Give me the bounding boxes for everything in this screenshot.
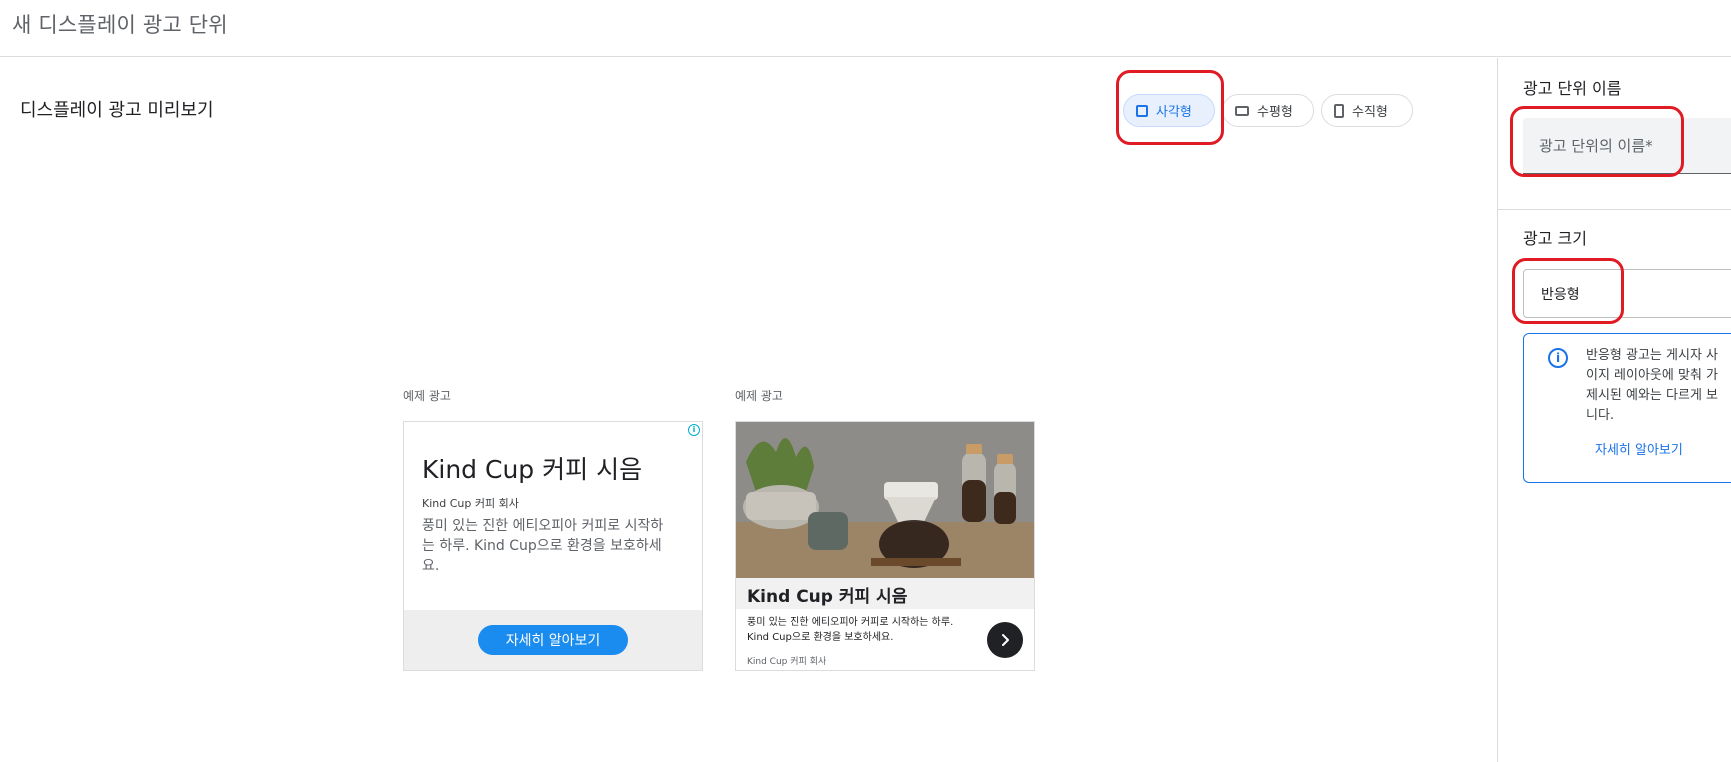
chip-square-label: 사각형 bbox=[1156, 105, 1192, 120]
preview-area: 디스플레이 광고 미리보기 사각형 수평형 수직형 예제 광고 예제 광고 i … bbox=[0, 58, 1497, 762]
chip-horizontal-label: 수평형 bbox=[1257, 105, 1293, 120]
example-ad-image[interactable]: Kind Cup 커피 시음 풍미 있는 진한 에티오피아 커피로 시작하는 하… bbox=[735, 421, 1035, 671]
info-line: 이지 레이아웃에 맞춰 가 bbox=[1586, 368, 1718, 383]
info-icon: i bbox=[1548, 348, 1568, 368]
horizontal-rect-icon bbox=[1235, 105, 1249, 116]
chip-square[interactable]: 사각형 bbox=[1123, 94, 1215, 127]
ad-description: 풍미 있는 진한 에티오피아 커피로 시작하는 하루. Kind Cup으로 환… bbox=[747, 617, 954, 643]
info-line: 반응형 광고는 게시자 사 bbox=[1586, 348, 1718, 363]
ad-label: 예제 광고 bbox=[735, 389, 783, 403]
next-button[interactable] bbox=[987, 622, 1023, 658]
learn-more-button[interactable]: 자세히 알아보기 bbox=[478, 625, 628, 655]
ad-size-select[interactable]: 반응형 bbox=[1523, 269, 1731, 318]
ad-unit-name-title: 광고 단위 이름 bbox=[1523, 79, 1622, 98]
ad-description: 풍미 있는 진한 에티오피아 커피로 시작하는 하루. Kind Cup으로 환… bbox=[422, 518, 664, 574]
chip-vertical[interactable]: 수직형 bbox=[1321, 94, 1413, 127]
vertical-rect-icon bbox=[1334, 103, 1344, 118]
chip-horizontal[interactable]: 수평형 bbox=[1222, 94, 1314, 127]
preview-title: 디스플레이 광고 미리보기 bbox=[20, 100, 214, 121]
responsive-info-box: i 반응형 광고는 게시자 사 이지 레이아웃에 맞춰 가 제시된 예와는 다르… bbox=[1523, 333, 1731, 483]
ad-size-title: 광고 크기 bbox=[1523, 229, 1587, 248]
ad-company: Kind Cup 커피 회사 bbox=[747, 657, 827, 667]
info-line: 니다. bbox=[1586, 408, 1615, 423]
ad-headline: Kind Cup 커피 시음 bbox=[422, 455, 643, 484]
section-divider bbox=[1498, 209, 1731, 210]
settings-panel: 광고 단위 이름 광고 단위의 이름* 광고 크기 반응형 i 반응형 광고는 … bbox=[1498, 58, 1731, 762]
adchoices-icon[interactable]: i bbox=[688, 424, 700, 436]
info-text: 반응형 광고는 게시자 사 이지 레이아웃에 맞춰 가 제시된 예와는 다르게 … bbox=[1586, 346, 1731, 426]
coffee-photo-illustration bbox=[736, 422, 1034, 578]
ad-unit-name-input[interactable]: 광고 단위의 이름* bbox=[1523, 118, 1731, 174]
learn-more-link[interactable]: 자세히 알아보기 bbox=[1595, 439, 1683, 458]
info-line: 제시된 예와는 다르게 보 bbox=[1586, 388, 1718, 403]
ad-label: 예제 광고 bbox=[403, 389, 451, 403]
chevron-right-icon bbox=[1002, 634, 1009, 646]
chip-vertical-label: 수직형 bbox=[1352, 105, 1388, 120]
page-title: 새 디스플레이 광고 단위 bbox=[12, 13, 228, 37]
ad-footer: 자세히 알아보기 bbox=[404, 610, 702, 670]
ad-headline: Kind Cup 커피 시음 bbox=[736, 578, 1034, 609]
coffee-photo bbox=[736, 422, 1034, 578]
square-icon bbox=[1136, 104, 1148, 117]
top-bar: 새 디스플레이 광고 단위 bbox=[0, 0, 1731, 57]
example-ad-text[interactable]: i Kind Cup 커피 시음 Kind Cup 커피 회사 풍미 있는 진한… bbox=[403, 421, 703, 671]
ad-company: Kind Cup 커피 회사 bbox=[422, 497, 519, 510]
